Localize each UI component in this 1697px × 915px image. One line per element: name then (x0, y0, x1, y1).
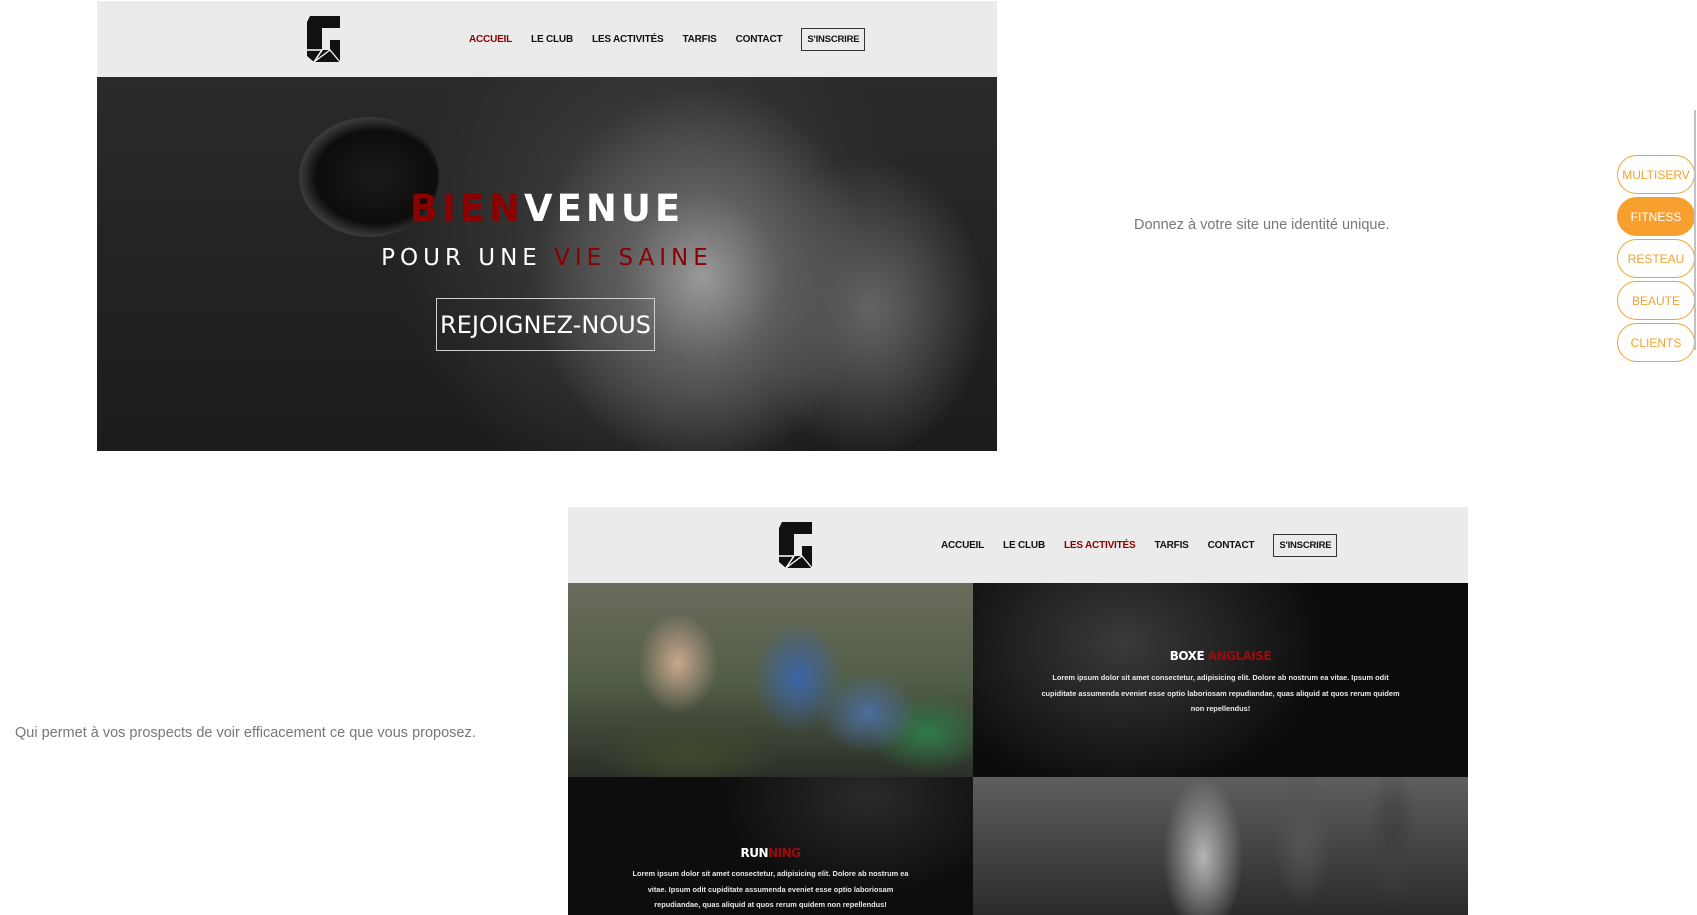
category-multiserv-button[interactable]: MULTISERV (1617, 155, 1695, 194)
boxe-description-line: Lorem ipsum dolor sit amet consectetur, … (1052, 673, 1389, 682)
nav-item-le-club[interactable]: LE CLUB (1003, 540, 1045, 551)
running-title-red: NING (768, 846, 801, 860)
caption-prospects: Qui permet à vos prospects de voir effic… (15, 725, 476, 741)
fitness-homepage-preview: ACCUEIL LE CLUB LES ACTIVITÉS TARFIS CON… (97, 1, 997, 451)
hero-subtitle-white: POUR UNE (381, 245, 555, 271)
boxe-title-red: ANGLAISE (1207, 649, 1272, 663)
rafting-team-photo (568, 583, 973, 777)
running-title: RUNNING (568, 846, 973, 860)
main-nav: ACCUEIL LE CLUB LES ACTIVITÉS TARFIS CON… (941, 507, 1338, 583)
site-header: ACCUEIL LE CLUB LES ACTIVITÉS TARFIS CON… (568, 507, 1468, 584)
boxing-gym-photo (973, 777, 1468, 915)
nav-item-contact[interactable]: CONTACT (736, 34, 783, 45)
register-button[interactable]: S'INSCRIRE (1273, 533, 1338, 557)
main-nav: ACCUEIL LE CLUB LES ACTIVITÉS TARFIS CON… (469, 1, 866, 77)
hero-subtitle-red: VIE SAINE (554, 245, 713, 271)
gym-logo-icon (307, 16, 341, 63)
activities-page-preview: ACCUEIL LE CLUB LES ACTIVITÉS TARFIS CON… (568, 507, 1468, 915)
hero-subtitle: POUR UNE VIE SAINE (97, 245, 997, 271)
scrollbar[interactable] (1694, 110, 1696, 350)
running-description-line: Lorem ipsum dolor sit amet consectetur, … (632, 869, 909, 878)
gym-logo-icon (779, 522, 813, 569)
running-description-line: vitae. Ipsum odit cupiditate assumenda e… (647, 884, 894, 894)
hero-banner-image: BIENVENUE POUR UNE VIE SAINE REJOIGNEZ-N… (97, 77, 997, 451)
boxe-description-line: cupiditate assumenda eveniet esse optio … (1041, 688, 1400, 698)
boxe-title: BOXE ANGLAISE (973, 649, 1468, 663)
boxe-anglaise-card: BOXE ANGLAISE Lorem ipsum dolor sit amet… (973, 583, 1468, 777)
hero-title-white: VENUE (524, 187, 685, 230)
nav-item-tarifs[interactable]: TARFIS (682, 34, 716, 45)
running-title-white: RUN (740, 846, 769, 860)
hero-title-red: BIEN (409, 187, 524, 230)
running-description: Lorem ipsum dolor sit amet consectetur, … (618, 866, 923, 913)
running-card: RUNNING Lorem ipsum dolor sit amet conse… (568, 777, 973, 915)
template-category-menu: MULTISERV FITNESS RESTEAU BEAUTE CLIENTS (1617, 155, 1695, 362)
nav-item-tarifs[interactable]: TARFIS (1154, 540, 1188, 551)
site-header: ACCUEIL LE CLUB LES ACTIVITÉS TARFIS CON… (97, 1, 997, 78)
boxe-title-white: BOXE (1169, 649, 1208, 663)
nav-item-contact[interactable]: CONTACT (1208, 540, 1255, 551)
register-button[interactable]: S'INSCRIRE (801, 27, 866, 51)
boxe-description-line: non repellendus! (1190, 704, 1251, 713)
hero-title: BIENVENUE (97, 187, 997, 230)
nav-item-le-club[interactable]: LE CLUB (531, 34, 573, 45)
join-button[interactable]: REJOIGNEZ-NOUS (436, 298, 655, 351)
boxe-description: Lorem ipsum dolor sit amet consectetur, … (1033, 670, 1408, 717)
running-description-line: repudiandae, quas aliquid at quos rerum … (654, 900, 887, 909)
nav-item-activites[interactable]: LES ACTIVITÉS (1064, 540, 1136, 551)
nav-item-accueil[interactable]: ACCUEIL (469, 34, 512, 45)
category-clients-button[interactable]: CLIENTS (1617, 323, 1695, 362)
category-resteau-button[interactable]: RESTEAU (1617, 239, 1695, 278)
category-beaute-button[interactable]: BEAUTE (1617, 281, 1695, 320)
nav-item-activites[interactable]: LES ACTIVITÉS (592, 34, 664, 45)
category-fitness-button[interactable]: FITNESS (1617, 197, 1695, 236)
caption-identity: Donnez à votre site une identité unique. (1134, 217, 1390, 233)
nav-item-accueil[interactable]: ACCUEIL (941, 540, 984, 551)
